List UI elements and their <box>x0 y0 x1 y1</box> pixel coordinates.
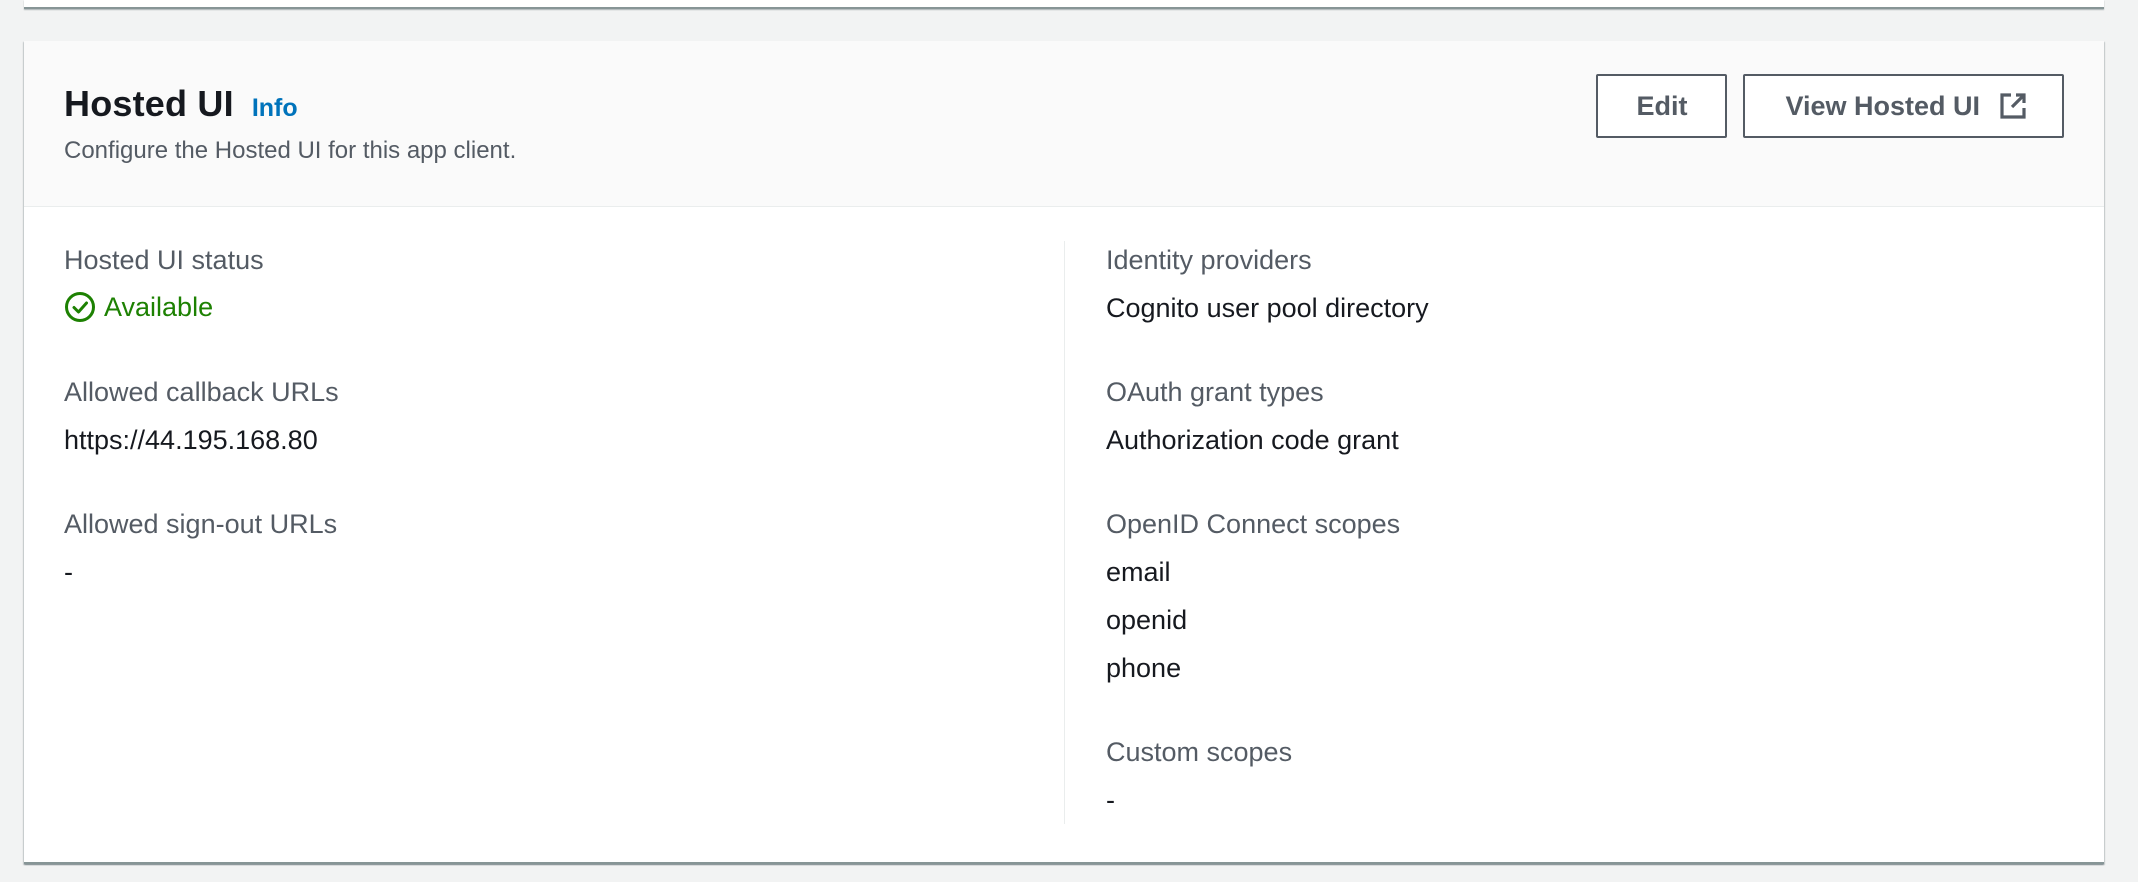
previous-container-bottom <box>24 0 2104 9</box>
allowed-signout-urls-value: - <box>64 557 73 587</box>
page-title: Hosted UI <box>64 83 234 124</box>
header-actions: Edit View Hosted UI <box>1596 74 2064 138</box>
custom-scopes-label: Custom scopes <box>1106 737 1293 767</box>
custom-scopes-value: - <box>1106 785 1115 815</box>
header-description: Configure the Hosted UI for this app cli… <box>64 137 517 164</box>
status-success-icon <box>65 292 95 322</box>
title-row: Hosted UI Info <box>64 83 298 125</box>
identity-providers-value: Cognito user pool directory <box>1106 293 1429 323</box>
allowed-callback-urls-value: https://44.195.168.80 <box>64 425 318 455</box>
scope-item-email: email <box>1106 557 1171 587</box>
scope-item-phone: phone <box>1106 653 1182 683</box>
identity-providers-label: Identity providers <box>1106 245 1312 275</box>
hosted-ui-status-label: Hosted UI status <box>64 245 264 275</box>
column-divider <box>1064 241 1065 824</box>
container-header: Hosted UI Info Configure the Hosted UI f… <box>24 41 2104 207</box>
edit-button[interactable]: Edit <box>1596 74 1728 138</box>
view-hosted-ui-label: View Hosted UI <box>1785 90 1980 121</box>
external-link-icon <box>2000 93 2026 119</box>
container-body: Hosted UI status Available Allowed callb… <box>24 207 2104 862</box>
oauth-grant-types-value: Authorization code grant <box>1106 425 1399 455</box>
scope-item-openid: openid <box>1106 605 1188 635</box>
status-indicator: Available <box>64 291 213 323</box>
hosted-ui-status-value: Available <box>104 291 214 322</box>
allowed-signout-urls-label: Allowed sign-out URLs <box>64 509 338 539</box>
openid-connect-scopes-label: OpenID Connect scopes <box>1106 509 1401 539</box>
hosted-ui-container: Hosted UI Info Configure the Hosted UI f… <box>24 41 2104 864</box>
view-hosted-ui-button[interactable]: View Hosted UI <box>1743 74 2064 138</box>
oauth-grant-types-label: OAuth grant types <box>1106 377 1324 407</box>
allowed-callback-urls-label: Allowed callback URLs <box>64 377 339 407</box>
info-link[interactable]: Info <box>252 94 298 123</box>
